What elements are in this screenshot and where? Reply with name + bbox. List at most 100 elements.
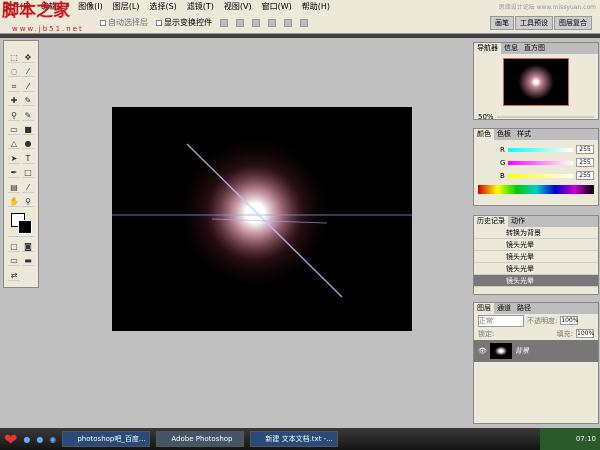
auto-select-checkbox[interactable]: 自动选择层 xyxy=(100,17,148,28)
align-button[interactable] xyxy=(220,18,228,27)
menu-select[interactable]: 选择(S) xyxy=(149,1,176,12)
r-value[interactable]: 255 xyxy=(576,145,594,154)
start-button[interactable]: ❤ xyxy=(4,430,17,449)
opacity-input[interactable]: 100% xyxy=(560,316,579,325)
zoom-slider[interactable] xyxy=(496,115,594,118)
layer-thumbnail xyxy=(489,343,512,359)
tab-layers[interactable]: 图层 xyxy=(474,303,494,314)
tab-info[interactable]: 信息 xyxy=(501,43,521,54)
tab-styles[interactable]: 样式 xyxy=(514,129,534,140)
crop-tool-icon[interactable]: ⌗ xyxy=(8,82,20,92)
g-value[interactable]: 255 xyxy=(576,158,594,167)
quicklaunch-icon[interactable]: ● xyxy=(23,435,30,444)
lens-flare-image xyxy=(112,133,412,298)
tab-history[interactable]: 历史记录 xyxy=(474,216,508,227)
pen-tool-icon[interactable]: ✒ xyxy=(8,168,20,179)
slice-tool-icon[interactable]: ⁄ xyxy=(22,82,34,92)
healing-tool-icon[interactable]: ✚ xyxy=(8,96,20,107)
dodge-tool-icon[interactable]: ● xyxy=(22,139,34,150)
tab-navigator[interactable]: 导航器 xyxy=(474,43,501,54)
marquee-tool-icon[interactable]: ⬚ xyxy=(8,53,20,63)
taskbar-item-notepad[interactable]: 新建 文本文档.txt -... xyxy=(250,431,339,447)
tab-actions[interactable]: 动作 xyxy=(508,216,528,227)
color-swatches[interactable] xyxy=(8,211,34,238)
distribute-button[interactable] xyxy=(268,18,276,27)
hand-tool-icon[interactable]: ✋ xyxy=(8,197,20,207)
eraser-tool-icon[interactable]: ▭ xyxy=(8,125,20,135)
tab-channels[interactable]: 通道 xyxy=(494,303,514,314)
workspace-tabs: 画笔 工具预设 图层复合 xyxy=(490,16,592,30)
distribute-button[interactable] xyxy=(284,18,292,27)
menu-window[interactable]: 窗口(W) xyxy=(262,1,292,12)
document-canvas[interactable] xyxy=(112,107,412,331)
type-tool-icon[interactable]: T xyxy=(22,154,34,164)
r-slider[interactable] xyxy=(507,147,573,152)
menu-filter[interactable]: 滤镜(T) xyxy=(187,1,214,12)
screen-mode-icon[interactable]: ▬ xyxy=(22,256,34,267)
b-value[interactable]: 255 xyxy=(576,171,594,180)
menu-help[interactable]: 帮助(H) xyxy=(302,1,330,12)
history-item[interactable]: 镜头光晕 xyxy=(474,263,598,275)
align-button[interactable] xyxy=(236,18,244,27)
opacity-label: 不透明度: xyxy=(527,316,558,325)
history-item-selected[interactable]: 镜头光晕 xyxy=(474,275,598,287)
toolbox: ⬚ ✥ ◌ ⁄ ⌗ ⁄ ✚ ✎ ⚲ ✎ ▭ ■ △ ● ➤ T ✒ □ ▤ ⁄ ✋ ⚲ ▢ ◙ ▭ ▬ ⇄ xyxy=(3,40,39,288)
zoom-value[interactable]: 50% xyxy=(478,113,494,121)
brush-tool-icon[interactable]: ✎ xyxy=(22,96,34,107)
quick-mask-icon[interactable]: ◙ xyxy=(22,242,34,252)
tab-tool-presets[interactable]: 工具预设 xyxy=(515,16,553,30)
zoom-tool-icon[interactable]: ⚲ xyxy=(22,197,34,207)
menu-image[interactable]: 图像(I) xyxy=(78,1,103,12)
watermark: 思缘设计论坛 www.missyuan.com xyxy=(498,4,596,11)
taskbar-item-browser[interactable]: photoshop吧_百度... xyxy=(62,431,151,447)
move-tool-icon[interactable]: ✥ xyxy=(22,53,34,63)
stamp-tool-icon[interactable]: ⚲ xyxy=(8,111,20,121)
blend-mode-select[interactable]: 正常 xyxy=(478,314,524,327)
screen-mode-icon[interactable]: ▭ xyxy=(8,256,20,267)
quicklaunch-icon[interactable]: ◉ xyxy=(49,435,56,444)
g-label: G xyxy=(500,158,506,167)
quicklaunch-icon[interactable]: ● xyxy=(36,435,43,444)
tab-color[interactable]: 颜色 xyxy=(474,129,494,140)
taskbar-item-photoshop[interactable]: Adobe Photoshop xyxy=(156,431,245,447)
navigator-thumbnail[interactable] xyxy=(503,58,569,106)
tab-swatches[interactable]: 色板 xyxy=(494,129,514,140)
color-ramp[interactable] xyxy=(478,185,594,194)
lock-label: 锁定: xyxy=(478,329,495,338)
layers-panel: 图层 通道 路径 正常 不透明度: 100% 锁定: 填充: 100% 👁 背景 xyxy=(473,302,599,424)
jump-to-imageready-icon[interactable]: ⇄ xyxy=(8,271,20,281)
show-transform-checkbox[interactable]: 显示变换控件 xyxy=(156,17,212,28)
tab-paths[interactable]: 路径 xyxy=(514,303,534,314)
taskbar: ❤ ● ● ◉ photoshop吧_百度... Adobe Photoshop 新… xyxy=(0,428,600,450)
layer-row[interactable]: 👁 背景 xyxy=(474,340,598,362)
standard-mode-icon[interactable]: ▢ xyxy=(8,242,20,252)
g-slider[interactable] xyxy=(508,160,573,165)
path-select-icon[interactable]: ➤ xyxy=(8,154,20,164)
b-slider[interactable] xyxy=(507,173,573,178)
history-item[interactable]: 镜头光晕 xyxy=(474,251,598,263)
history-item[interactable]: 转换为背景 xyxy=(474,227,598,239)
tab-brushes[interactable]: 画笔 xyxy=(490,16,514,30)
align-button[interactable] xyxy=(252,18,260,27)
auto-select-label: 自动选择层 xyxy=(108,18,148,27)
history-brush-icon[interactable]: ✎ xyxy=(22,111,34,121)
eye-icon[interactable]: 👁 xyxy=(478,347,487,355)
tab-layer-comps[interactable]: 图层复合 xyxy=(554,16,592,30)
lasso-tool-icon[interactable]: ◌ xyxy=(8,67,20,78)
color-panel: 颜色 色板 样式 R 255 G 255 B 255 xyxy=(473,128,599,206)
navigator-panel: 导航器 信息 直方图 50% xyxy=(473,42,599,121)
eyedropper-icon[interactable]: ⁄ xyxy=(22,183,34,193)
gradient-tool-icon[interactable]: ■ xyxy=(22,125,34,135)
notes-tool-icon[interactable]: ▤ xyxy=(8,183,20,193)
fill-input[interactable]: 100% xyxy=(576,329,594,338)
blur-tool-icon[interactable]: △ xyxy=(8,139,20,150)
tab-histogram[interactable]: 直方图 xyxy=(521,43,548,54)
menu-layer[interactable]: 图层(L) xyxy=(113,1,140,12)
menu-view[interactable]: 视图(V) xyxy=(224,1,252,12)
distribute-button[interactable] xyxy=(300,18,308,27)
history-item[interactable]: 镜头光晕 xyxy=(474,239,598,251)
r-label: R xyxy=(500,145,505,154)
site-logo-url: www.jb51.net xyxy=(12,25,84,33)
magic-wand-icon[interactable]: ⁄ xyxy=(22,67,34,78)
shape-tool-icon[interactable]: □ xyxy=(22,168,34,179)
